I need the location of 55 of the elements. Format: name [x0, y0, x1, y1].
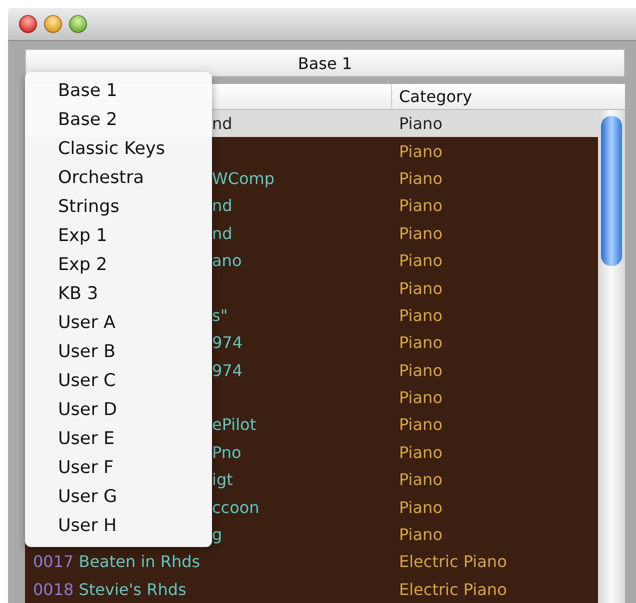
- preset-name: nd: [212, 196, 232, 216]
- category-cell-text: Piano: [398, 525, 442, 544]
- menu-item[interactable]: User C: [25, 367, 212, 396]
- category-cell-text: Piano: [398, 196, 442, 216]
- menu-item[interactable]: KB 3: [25, 280, 212, 309]
- category-cell-text: Piano: [398, 114, 442, 134]
- menu-item[interactable]: Exp 1: [25, 222, 212, 251]
- preset-name: Stevie's Rhds: [78, 580, 186, 599]
- menu-item[interactable]: Classic Keys: [25, 135, 212, 164]
- category-cell-text: Piano: [398, 498, 442, 517]
- preset-name: 974: [212, 360, 243, 380]
- menu-item[interactable]: User B: [25, 338, 212, 367]
- category-cell-text: Piano: [398, 442, 442, 462]
- category-cell-text: Piano: [398, 470, 442, 490]
- category-cell-text: Piano: [398, 415, 442, 434]
- preset-name: igt: [212, 470, 233, 490]
- table-row[interactable]: 0017 Beaten in Rhds Electric Piano: [25, 548, 598, 576]
- menu-item[interactable]: Exp 2: [25, 251, 212, 280]
- minimize-button[interactable]: [44, 15, 62, 33]
- menu-item[interactable]: User G: [25, 483, 212, 512]
- preset-name: s": [212, 306, 228, 325]
- preset-name: nd: [212, 224, 232, 243]
- close-button[interactable]: [19, 15, 37, 33]
- preset-number: 0018: [33, 580, 74, 599]
- menu-item[interactable]: User D: [25, 396, 212, 425]
- bank-popup-button[interactable]: Base 1: [25, 49, 625, 77]
- preset-name: ePilot: [212, 415, 256, 434]
- menu-item[interactable]: Strings: [25, 193, 212, 222]
- preset-name: WComp: [212, 168, 275, 188]
- menu-item[interactable]: User E: [25, 425, 212, 454]
- preset-name: ano: [212, 251, 242, 270]
- scrollbar[interactable]: [598, 110, 625, 603]
- category-cell-text: Piano: [398, 224, 442, 243]
- category-cell-text: Piano: [398, 333, 442, 352]
- menu-item[interactable]: Orchestra: [25, 164, 212, 193]
- menu-item[interactable]: User A: [25, 309, 212, 338]
- scrollbar-thumb[interactable]: [601, 116, 622, 266]
- preset-name: 974: [212, 333, 243, 352]
- preset-name: ccoon: [212, 498, 260, 517]
- category-cell-text: Electric Piano: [398, 580, 507, 599]
- preset-name: nd: [212, 114, 232, 134]
- zoom-button[interactable]: [69, 15, 87, 33]
- category-cell-text: Piano: [398, 306, 442, 325]
- category-cell-text: Electric Piano: [398, 552, 507, 572]
- category-cell-text: Piano: [398, 360, 442, 380]
- preset-name: Pno: [212, 442, 242, 462]
- category-cell-text: Piano: [398, 251, 442, 270]
- table-row[interactable]: 0018 Stevie's Rhds Electric Piano: [25, 576, 598, 603]
- category-cell-text: Piano: [398, 168, 442, 188]
- preset-name: g: [212, 525, 222, 544]
- preset-number: 0017: [33, 552, 74, 572]
- menu-item[interactable]: User H: [25, 512, 212, 541]
- menu-item[interactable]: User F: [25, 454, 212, 483]
- preset-name: Beaten in Rhds: [78, 552, 200, 572]
- menu-item[interactable]: Base 1: [25, 77, 212, 106]
